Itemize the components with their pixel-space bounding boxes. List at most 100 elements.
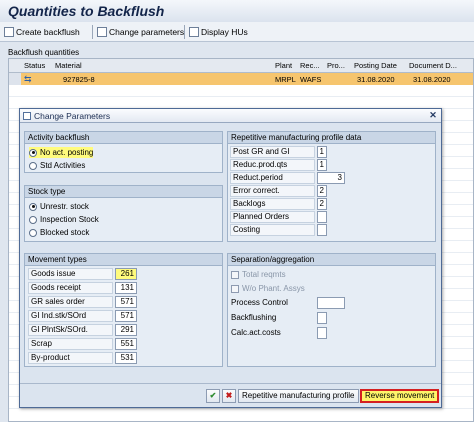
stock-type-group: Stock type Unrestr. stock Inspection Sto… bbox=[24, 185, 223, 242]
cell-receiving: WAFS bbox=[300, 75, 322, 84]
create-backflush-button[interactable]: Create backflush bbox=[4, 25, 80, 39]
checkbox[interactable] bbox=[231, 284, 239, 293]
cancel-x-icon[interactable]: ✖ bbox=[222, 389, 236, 403]
radio-button[interactable] bbox=[29, 161, 37, 170]
radio-button[interactable] bbox=[29, 202, 37, 211]
gr-sales-order-field[interactable]: 571 bbox=[115, 296, 137, 308]
costing-label: Costing bbox=[230, 224, 315, 236]
gr-sales-order-label: GR sales order bbox=[28, 296, 113, 308]
table-row[interactable]: ⇆ 927825-8 MRPL WAFS 31.08.2020 31.08.20… bbox=[21, 73, 473, 85]
process-control-field[interactable] bbox=[317, 297, 345, 309]
planned-orders-checkbox[interactable] bbox=[317, 211, 327, 223]
cell-posting-date: 31.08.2020 bbox=[357, 75, 395, 84]
document-icon bbox=[4, 27, 14, 37]
grid-header: Status Material Plant Rec... Pro... Post… bbox=[9, 59, 473, 73]
page-title: Quantities to Backflush bbox=[8, 3, 165, 19]
planned-orders-label: Planned Orders bbox=[230, 211, 315, 223]
reduct-period-label: Reduct.period bbox=[230, 172, 315, 184]
calc-act-costs-checkbox[interactable] bbox=[317, 327, 327, 339]
cell-material: 927825-8 bbox=[63, 75, 95, 84]
option-label: Std Activities bbox=[40, 161, 86, 170]
total-reqmts-option[interactable]: Total reqmts bbox=[231, 269, 286, 280]
option-blocked-stock[interactable]: Blocked stock bbox=[29, 227, 89, 238]
cell-document-date: 31.08.2020 bbox=[413, 75, 451, 84]
table-icon bbox=[189, 27, 199, 37]
dialog-title: Change Parameters bbox=[34, 111, 111, 121]
reduc-prod-qts-label: Reduc.prod.qts bbox=[230, 159, 315, 171]
scrap-label: Scrap bbox=[28, 338, 113, 350]
total-reqmts-label: Total reqmts bbox=[242, 269, 286, 279]
confirm-checkmark-icon[interactable]: ✔ bbox=[206, 389, 220, 403]
goods-receipt-label: Goods receipt bbox=[28, 282, 113, 294]
error-correct-field[interactable]: 2 bbox=[317, 185, 327, 197]
group-header: Separation/aggregation bbox=[228, 254, 435, 266]
group-header: Repetitive manufacturing profile data bbox=[228, 132, 435, 144]
backflushing-label: Backflushing bbox=[231, 313, 277, 322]
process-control-label: Process Control bbox=[231, 298, 288, 307]
option-unrestricted-stock[interactable]: Unrestr. stock bbox=[29, 201, 89, 212]
gi-ind-stk-sord-label: GI Ind.stk/SOrd bbox=[28, 310, 113, 322]
option-label: Inspection Stock bbox=[40, 215, 99, 224]
backlogs-field[interactable]: 2 bbox=[317, 198, 327, 210]
goods-issue-field[interactable]: 261 bbox=[115, 268, 137, 280]
toolbar-separator bbox=[92, 25, 93, 39]
group-header: Movement types bbox=[25, 254, 222, 266]
grid-title: Backflush quantities bbox=[8, 48, 80, 57]
application-toolbar: Create backflush Change parameters Displ… bbox=[0, 22, 474, 42]
wo-phant-assys-label: W/o Phant. Assys bbox=[242, 283, 305, 293]
error-correct-label: Error correct. bbox=[230, 185, 315, 197]
display-hus-button[interactable]: Display HUs bbox=[189, 25, 248, 39]
close-icon[interactable]: ✕ bbox=[427, 110, 439, 121]
option-label: Unrestr. stock bbox=[40, 202, 89, 211]
gi-ind-stk-sord-field[interactable]: 571 bbox=[115, 310, 137, 322]
option-no-activity-posting[interactable]: No act. posting bbox=[29, 147, 94, 158]
row-selector[interactable] bbox=[9, 73, 21, 85]
radio-button[interactable] bbox=[29, 228, 37, 237]
rem-profile-data-group: Repetitive manufacturing profile data Po… bbox=[227, 131, 436, 242]
column-production[interactable]: Pro... bbox=[327, 61, 351, 70]
radio-button[interactable] bbox=[29, 148, 37, 157]
column-plant[interactable]: Plant bbox=[275, 61, 297, 70]
status-icon: ⇆ bbox=[24, 74, 32, 84]
toolbar-separator bbox=[184, 25, 185, 39]
gi-plntsk-sord-label: GI PlntSk/SOrd. bbox=[28, 324, 113, 336]
post-gr-gi-field[interactable]: 1 bbox=[317, 146, 327, 158]
reverse-movement-button[interactable]: Reverse movement bbox=[360, 389, 440, 403]
option-label: Blocked stock bbox=[40, 228, 90, 237]
post-gr-gi-label: Post GR and GI bbox=[230, 146, 315, 158]
reduc-prod-qts-field[interactable]: 1 bbox=[317, 159, 327, 171]
scrap-field[interactable]: 551 bbox=[115, 338, 137, 350]
create-backflush-label: Create backflush bbox=[16, 27, 80, 37]
gi-plntsk-sord-field[interactable]: 291 bbox=[115, 324, 137, 336]
option-std-activities[interactable]: Std Activities bbox=[29, 160, 85, 171]
column-material[interactable]: Material bbox=[55, 61, 115, 70]
group-header: Stock type bbox=[25, 186, 222, 198]
dialog-footer: ✔ ✖ Repetitive manufacturing profile Rev… bbox=[20, 383, 441, 407]
calc-act-costs-label: Calc.act.costs bbox=[231, 328, 281, 337]
group-header: Activity backflush bbox=[25, 132, 222, 144]
by-product-label: By-product bbox=[28, 352, 113, 364]
checkbox[interactable] bbox=[231, 270, 239, 279]
parameters-icon bbox=[97, 27, 107, 37]
column-receiving[interactable]: Rec... bbox=[300, 61, 324, 70]
dialog-icon bbox=[23, 112, 31, 120]
display-hus-label: Display HUs bbox=[201, 27, 248, 37]
reduct-period-field[interactable]: 3 bbox=[317, 172, 345, 184]
costing-checkbox[interactable] bbox=[317, 224, 327, 236]
rem-profile-button[interactable]: Repetitive manufacturing profile bbox=[238, 389, 359, 403]
change-parameters-button[interactable]: Change parameters bbox=[97, 25, 184, 39]
cell-plant: MRPL bbox=[275, 75, 296, 84]
movement-types-group: Movement types Goods issue 261 Goods rec… bbox=[24, 253, 223, 367]
change-parameters-label: Change parameters bbox=[109, 27, 185, 37]
goods-issue-label: Goods issue bbox=[28, 268, 113, 280]
column-posting-date[interactable]: Posting Date bbox=[354, 61, 404, 70]
separation-aggregation-group: Separation/aggregation Total reqmts W/o … bbox=[227, 253, 436, 367]
goods-receipt-field[interactable]: 131 bbox=[115, 282, 137, 294]
column-status[interactable]: Status bbox=[24, 61, 54, 70]
backflushing-checkbox[interactable] bbox=[317, 312, 327, 324]
wo-phant-assys-option[interactable]: W/o Phant. Assys bbox=[231, 283, 305, 294]
column-document-date[interactable]: Document D... bbox=[409, 61, 469, 70]
radio-button[interactable] bbox=[29, 215, 37, 224]
option-inspection-stock[interactable]: Inspection Stock bbox=[29, 214, 99, 225]
by-product-field[interactable]: 531 bbox=[115, 352, 137, 364]
